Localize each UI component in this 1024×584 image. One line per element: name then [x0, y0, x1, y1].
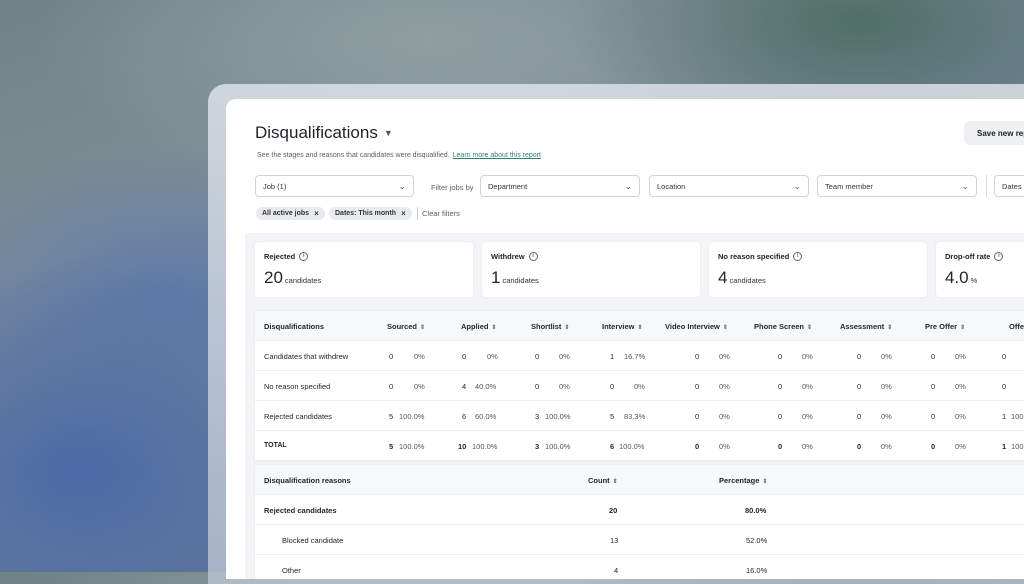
save-report-button[interactable]: Save new rep — [964, 121, 1024, 145]
sort-icon: ⇕ — [960, 325, 966, 331]
withdrew-card: Withdrew i 1 candidates — [482, 242, 700, 297]
table-row: Rejected candidates 5 100.0% 6 60.0% 3 100.… — [255, 401, 1024, 431]
job-select[interactable]: Job (1) ⌄ — [255, 175, 414, 197]
clear-filters-link[interactable]: Clear filters — [422, 209, 460, 218]
chip-all-active-jobs[interactable]: All active jobs × — [256, 207, 325, 220]
sort-icon: ⇕ — [722, 325, 728, 331]
sort-icon: ⇕ — [637, 325, 643, 331]
chip-divider — [417, 207, 418, 220]
close-icon[interactable]: × — [401, 209, 406, 218]
table-total-row: TOTAL 5 100.0% 10 100.0% 3 100.0% 6 100.0% 0… — [255, 431, 1024, 461]
page-subtitle: See the stages and reasons that candidat… — [257, 152, 541, 159]
sort-video-interview[interactable]: Video Interview ⇕ — [665, 322, 728, 331]
info-icon[interactable]: i — [793, 252, 803, 261]
sort-shortlist[interactable]: Shortlist ⇕ — [531, 322, 569, 331]
department-select[interactable]: Department ⌄ — [480, 175, 640, 197]
no-reason-card: No reason specified i 4 candidates — [709, 242, 927, 297]
sort-icon: ⇕ — [887, 325, 893, 331]
close-icon[interactable]: × — [314, 209, 319, 218]
team-member-select[interactable]: Team member ⌄ — [817, 175, 977, 197]
sort-icon: ⇕ — [807, 325, 813, 331]
table-header-row: Disqualification reasons Count ⇕ Percenta… — [255, 465, 1024, 495]
table-header-row: Disqualifications Sourced ⇕ Applied ⇕ Shor… — [255, 311, 1024, 341]
table-row: Blocked candidate 13 52.0% — [255, 525, 1024, 555]
report-panel: Disqualifications ▼ Save new rep See the… — [226, 99, 1024, 579]
chevron-down-icon: ⌄ — [398, 180, 406, 191]
info-icon[interactable]: i — [528, 252, 538, 261]
sort-pre-offer[interactable]: Pre Offer ⇕ — [925, 322, 965, 331]
sort-phone-screen[interactable]: Phone Screen ⇕ — [754, 322, 812, 331]
report-content: Rejected i 20 candidates Withdrew i 1 candid… — [245, 233, 1024, 579]
info-icon[interactable]: i — [299, 252, 309, 261]
table-row: Other 4 16.0% — [255, 555, 1024, 579]
dates-select[interactable]: Dates — [994, 175, 1024, 197]
table-row: Rejected candidates 20 80.0% — [255, 495, 1024, 525]
sort-icon: ⇕ — [612, 479, 618, 485]
sort-icon: ⇕ — [420, 325, 426, 331]
stage-table: Disqualifications Sourced ⇕ Applied ⇕ Shor… — [255, 311, 1024, 461]
chevron-down-icon: ▼ — [383, 128, 393, 138]
table-row: Candidates that withdrew 0 0% 0 0% 0 0% 1 16… — [255, 341, 1024, 371]
sort-icon: ⇕ — [762, 479, 768, 485]
sort-assessment[interactable]: Assessment ⇕ — [840, 322, 892, 331]
chip-dates[interactable]: Dates: This month × — [329, 207, 412, 220]
reasons-table: Disqualification reasons Count ⇕ Percenta… — [255, 465, 1024, 579]
sort-interview[interactable]: Interview ⇕ — [602, 322, 643, 331]
sort-applied[interactable]: Applied ⇕ — [461, 322, 497, 331]
sort-sourced[interactable]: Sourced ⇕ — [387, 322, 425, 331]
rejected-card: Rejected i 20 candidates — [255, 242, 473, 297]
sort-icon: ⇕ — [491, 325, 497, 331]
chevron-down-icon: ⌄ — [961, 180, 969, 191]
drop-off-card: Drop-off rate i 4.0% — [936, 242, 1024, 297]
chevron-down-icon: ⌄ — [793, 180, 801, 191]
table-row: No reason specified 0 0% 4 40.0% 0 0% 0 0% 0… — [255, 371, 1024, 401]
filter-divider — [986, 175, 987, 197]
filter-jobs-label: Filter jobs by — [431, 183, 474, 192]
chevron-down-icon: ⌄ — [624, 180, 632, 191]
learn-more-link[interactable]: Learn more about this report — [453, 152, 541, 159]
info-icon[interactable]: i — [994, 252, 1004, 261]
location-select[interactable]: Location ⌄ — [649, 175, 809, 197]
sort-count[interactable]: Count ⇕ — [588, 476, 618, 485]
sort-percentage[interactable]: Percentage ⇕ — [719, 476, 767, 485]
sort-icon: ⇕ — [564, 325, 570, 331]
page-title[interactable]: Disqualifications ▼ — [255, 123, 393, 143]
